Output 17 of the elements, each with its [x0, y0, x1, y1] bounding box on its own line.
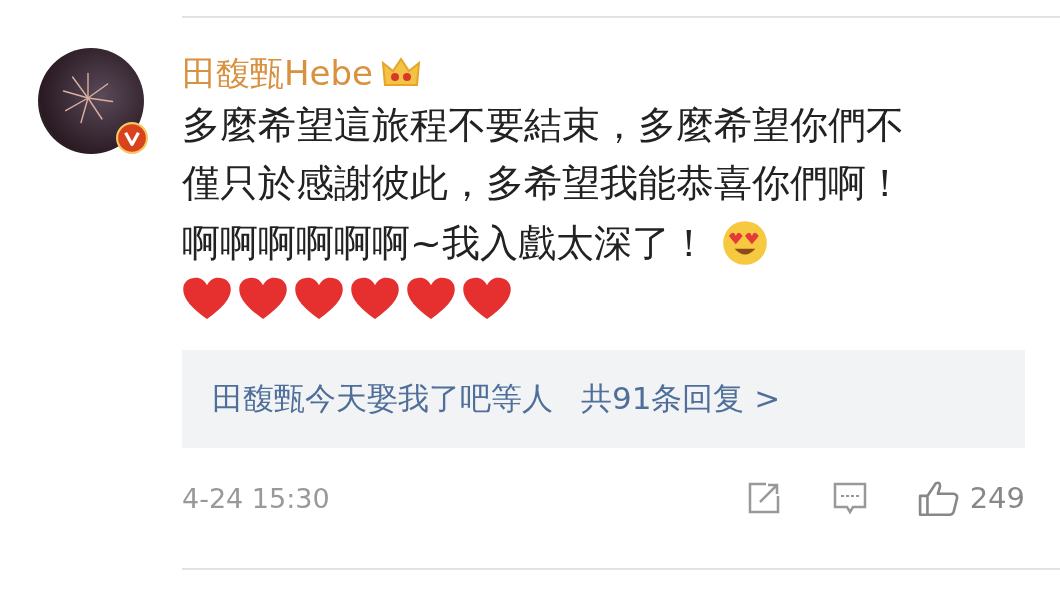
heart-eyes-face-icon	[721, 220, 768, 266]
replies-link[interactable]: 共91条回复 >	[581, 378, 781, 420]
heart-icon	[238, 276, 288, 322]
heart-icon	[182, 276, 232, 322]
heart-icon	[406, 276, 456, 322]
like-count: 249	[969, 481, 1025, 515]
heart-icon	[462, 276, 512, 322]
heart-icon	[350, 276, 400, 322]
heart-icon	[294, 276, 344, 322]
verified-badge-icon	[116, 122, 148, 154]
comment-text: 多麼希望這旅程不要結束，多麼希望你們不僅只於感謝彼此，多希望我能恭喜你們啊！	[182, 102, 905, 207]
reply-authors[interactable]: 田馥甄今天娶我了吧等人	[212, 378, 553, 420]
comment-time: 4-24 15:30	[182, 482, 330, 514]
comment-text: 啊啊啊啊啊啊~我入戲太深了！	[182, 219, 708, 267]
author-name[interactable]: 田馥甄Hebe	[182, 52, 373, 94]
comment-icon[interactable]	[831, 480, 868, 516]
thumbs-up-icon[interactable]	[917, 479, 960, 517]
